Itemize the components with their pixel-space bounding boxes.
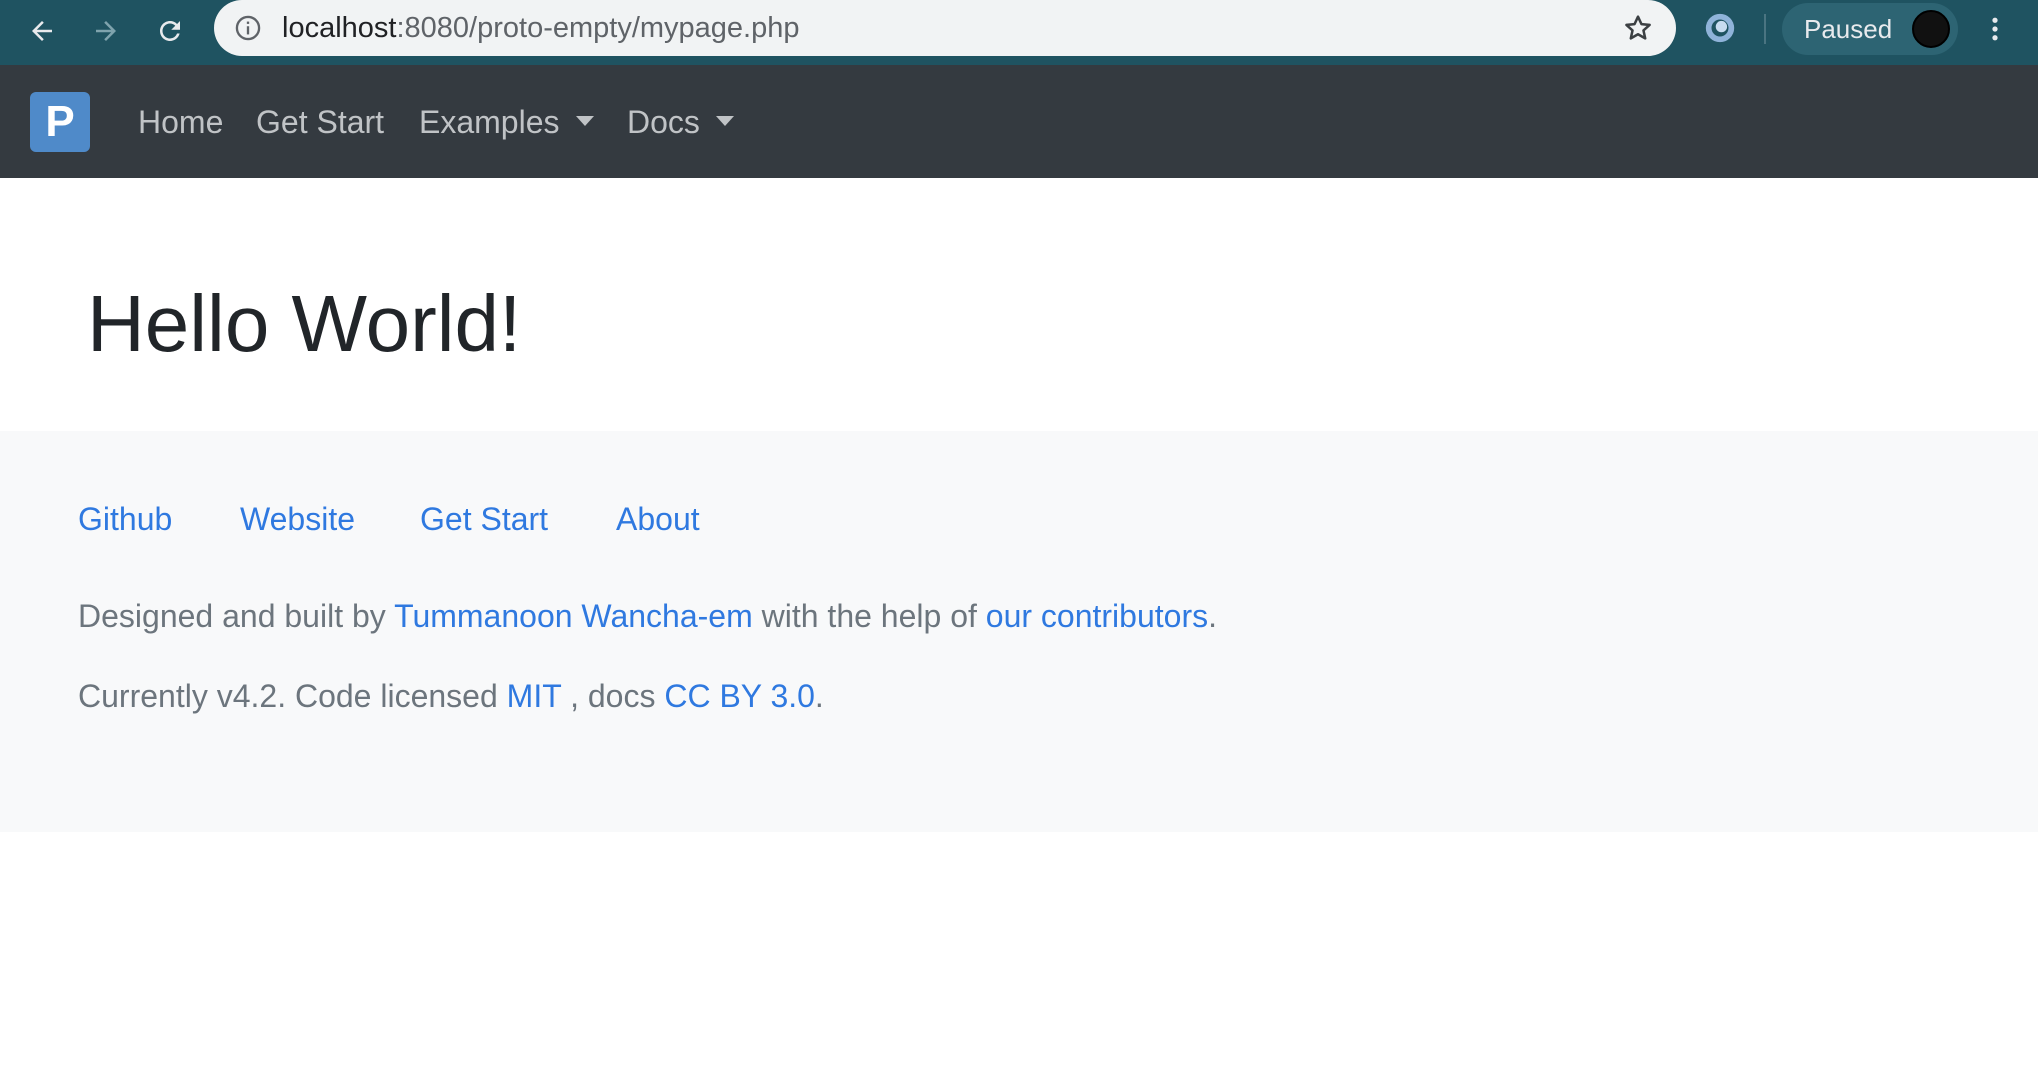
caret-down-icon [715, 115, 734, 126]
url-path: :8080/proto-empty/mypage.php [396, 12, 800, 44]
info-icon[interactable] [234, 14, 262, 42]
footer-link-website[interactable]: Website [240, 499, 355, 539]
footer-link-get-start[interactable]: Get Start [420, 499, 548, 539]
nav-docs-dropdown[interactable]: Docs [627, 102, 734, 142]
author-link[interactable]: Tummanoon Wancha-em [394, 598, 753, 634]
nav-examples-label: Examples [419, 104, 560, 140]
address-bar[interactable]: localhost:8080/proto-empty/mypage.php [214, 0, 1676, 56]
caret-down-icon [575, 115, 594, 126]
nav-get-start[interactable]: Get Start [256, 102, 384, 142]
extension-icon[interactable] [1703, 11, 1737, 45]
profile-button[interactable]: Paused [1782, 3, 1958, 55]
footer-license: Currently v4.2. Code licensed MIT , docs… [78, 676, 824, 716]
avatar [1912, 10, 1950, 48]
footer-link-about[interactable]: About [616, 499, 700, 539]
nav-docs-label: Docs [627, 104, 700, 140]
arrow-right-icon [96, 21, 116, 41]
reload-icon [160, 21, 180, 41]
nav-home-label: Home [138, 104, 224, 140]
credits-middle: with the help of [752, 598, 986, 634]
more-vert-icon[interactable] [1980, 12, 2010, 46]
nav-home[interactable]: Home [138, 102, 223, 142]
back-button[interactable] [19, 8, 65, 54]
forward-button[interactable] [83, 8, 129, 54]
credits-prefix: Designed and built by [78, 598, 395, 634]
mit-license-link[interactable]: MIT [507, 678, 562, 714]
nav-examples-dropdown[interactable]: Examples [419, 102, 594, 142]
footer: Github Website Get Start About Designed … [0, 431, 2038, 832]
nav-get-start-label: Get Start [256, 104, 385, 140]
bookmark-star-icon[interactable] [1622, 12, 1654, 44]
credits-suffix: . [1208, 598, 1217, 634]
url-host: localhost [282, 12, 397, 44]
footer-credits: Designed and built by Tummanoon Wancha-e… [78, 596, 1217, 636]
reload-button[interactable] [147, 8, 193, 54]
footer-link-github[interactable]: Github [78, 499, 172, 539]
url-text[interactable]: localhost:8080/proto-empty/mypage.php [282, 12, 800, 44]
license-suffix: . [814, 678, 824, 714]
browser-toolbar: localhost:8080/proto-empty/mypage.php Pa… [0, 0, 2038, 65]
cc-license-link[interactable]: CC BY 3.0 [664, 678, 815, 714]
contributors-link[interactable]: our contributors [986, 598, 1208, 634]
toolbar-divider [1764, 14, 1766, 44]
license-middle: , docs [561, 678, 665, 714]
site-navbar: P Home Get Start Examples Docs [0, 65, 2038, 178]
profile-status: Paused [1804, 14, 1893, 44]
license-prefix: Currently v4.2. Code licensed [78, 678, 507, 714]
page-title: Hello World! [87, 279, 522, 368]
arrow-left-icon [32, 21, 52, 41]
brand-logo[interactable]: P [30, 92, 90, 152]
